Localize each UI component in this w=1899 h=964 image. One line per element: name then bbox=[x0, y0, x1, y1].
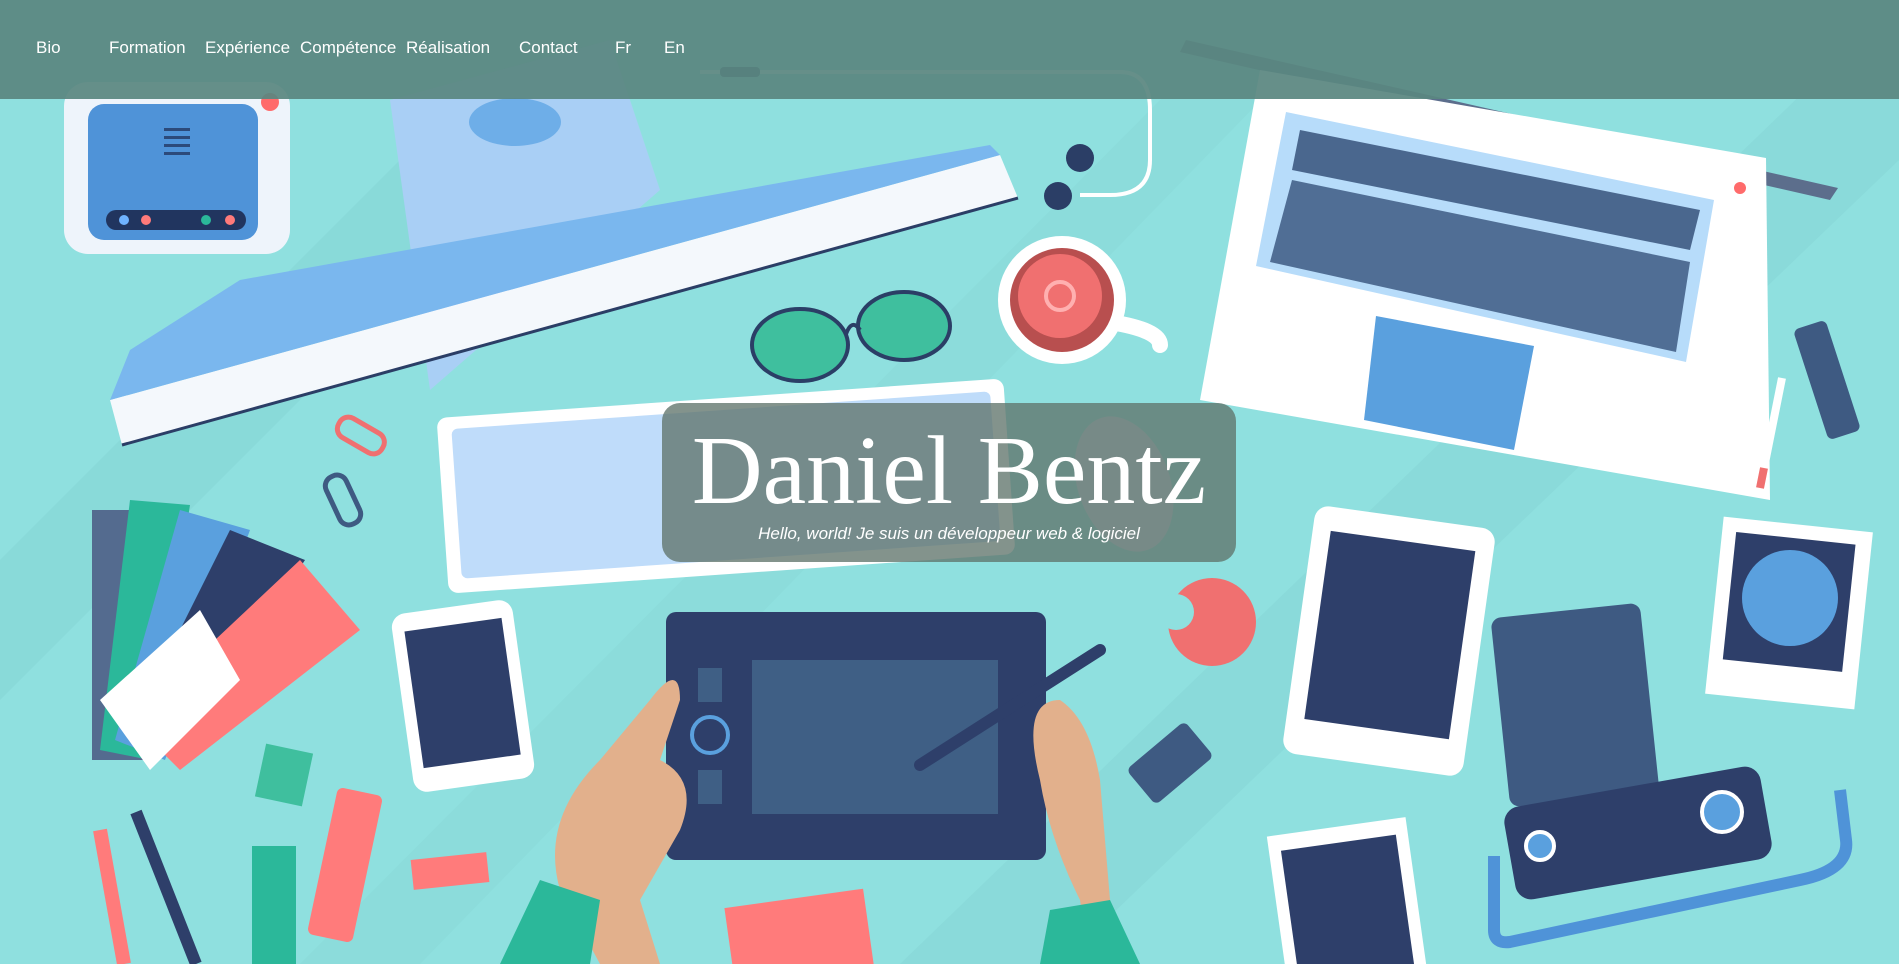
nav-link-experience[interactable]: Expérience bbox=[205, 38, 290, 58]
phone-illustration bbox=[391, 600, 535, 792]
top-navigation-bar: Bio Formation Expérience Compétence Réal… bbox=[0, 0, 1899, 99]
nav-link-formation[interactable]: Formation bbox=[109, 38, 186, 58]
drawing-tablet-illustration bbox=[666, 612, 1046, 860]
nav-link-realisation[interactable]: Réalisation bbox=[406, 38, 490, 58]
hero-title-box: Daniel Bentz Hello, world! Je suis un dé… bbox=[662, 403, 1236, 562]
hero-title: Daniel Bentz bbox=[691, 417, 1207, 525]
nav-link-competence[interactable]: Compétence bbox=[300, 38, 396, 58]
hero-subtitle: Hello, world! Je suis un développeur web… bbox=[758, 524, 1140, 543]
tablet-illustration bbox=[1283, 506, 1495, 776]
nav-link-lang-en[interactable]: En bbox=[664, 38, 685, 58]
nav-link-lang-fr[interactable]: Fr bbox=[615, 38, 631, 58]
nav-link-contact[interactable]: Contact bbox=[519, 38, 578, 58]
polaroid-illustration bbox=[1705, 516, 1873, 710]
nav-link-bio[interactable]: Bio bbox=[36, 38, 61, 58]
router-illustration bbox=[64, 82, 290, 254]
